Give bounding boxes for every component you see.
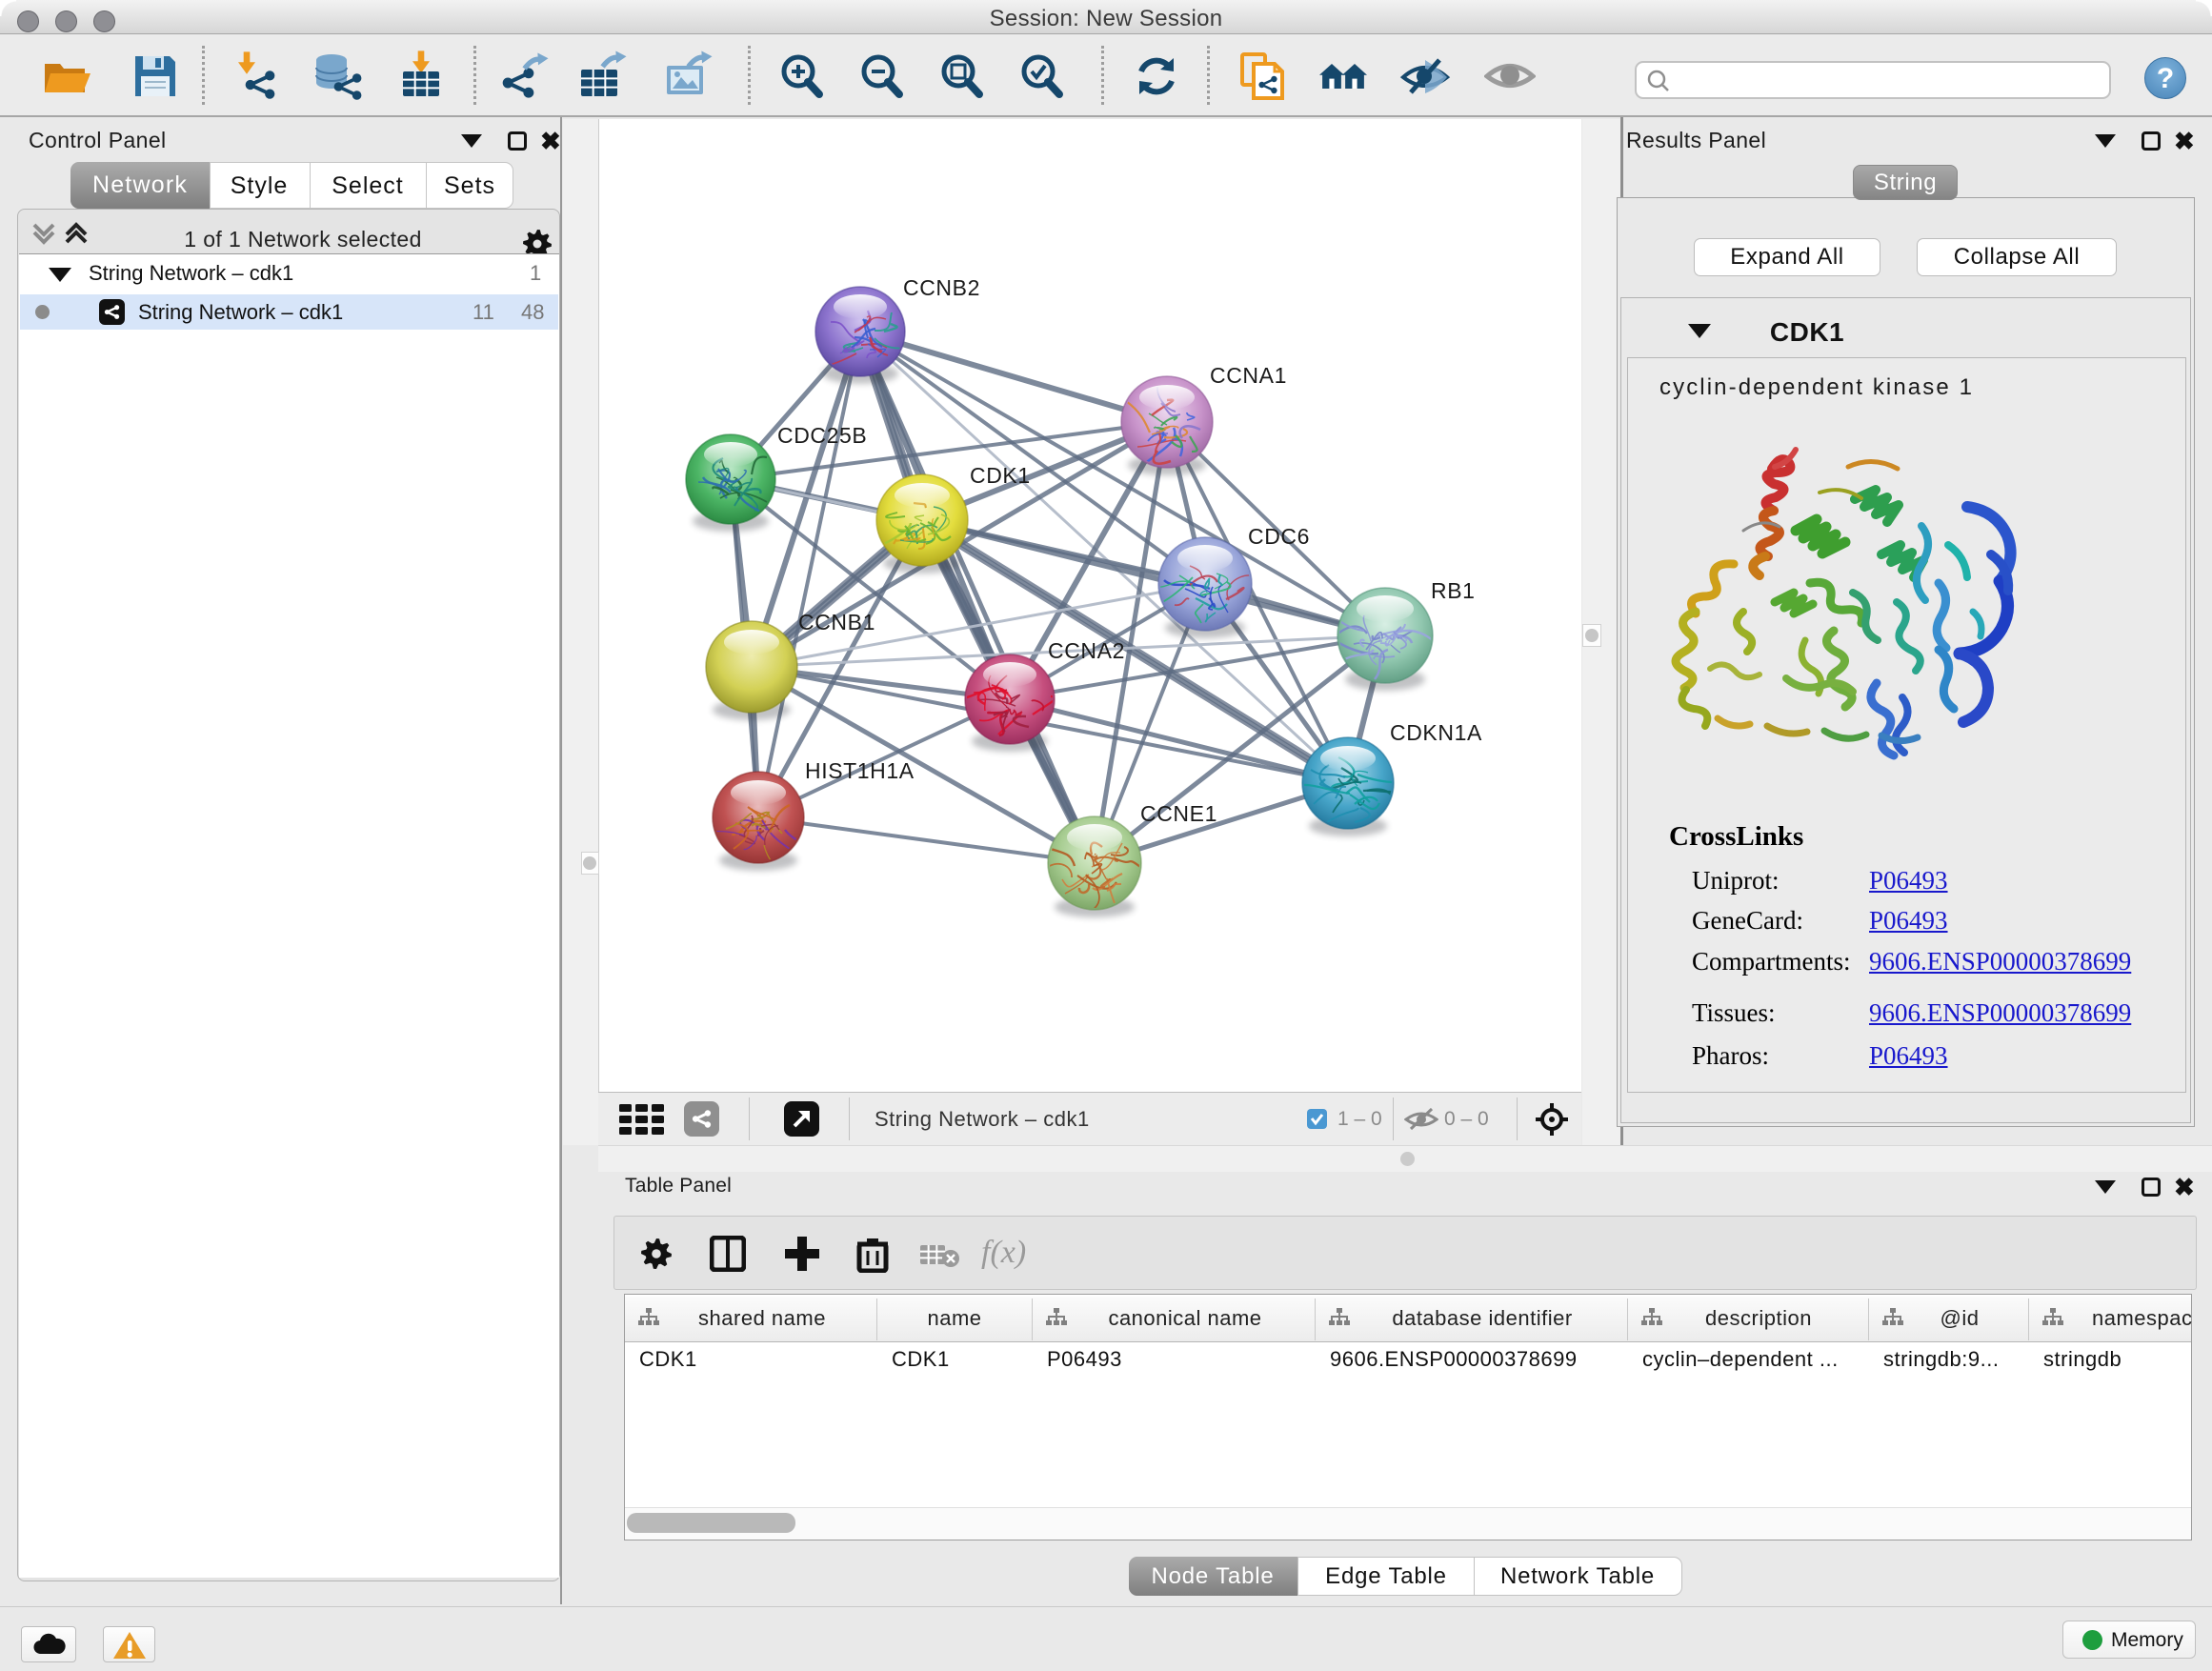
svg-text:CDKN1A: CDKN1A (1390, 720, 1482, 745)
svg-text:RB1: RB1 (1431, 578, 1476, 603)
svg-text:HIST1H1A: HIST1H1A (805, 758, 915, 783)
svg-text:CDC25B: CDC25B (777, 423, 867, 448)
svg-text:CCNA1: CCNA1 (1210, 363, 1287, 388)
svg-text:CCNB1: CCNB1 (798, 610, 875, 634)
svg-text:CDC6: CDC6 (1248, 524, 1310, 549)
svg-text:CDK1: CDK1 (970, 463, 1031, 488)
svg-text:CCNE1: CCNE1 (1140, 801, 1217, 826)
svg-text:CCNB2: CCNB2 (903, 275, 980, 300)
svg-text:CCNA2: CCNA2 (1048, 638, 1125, 663)
